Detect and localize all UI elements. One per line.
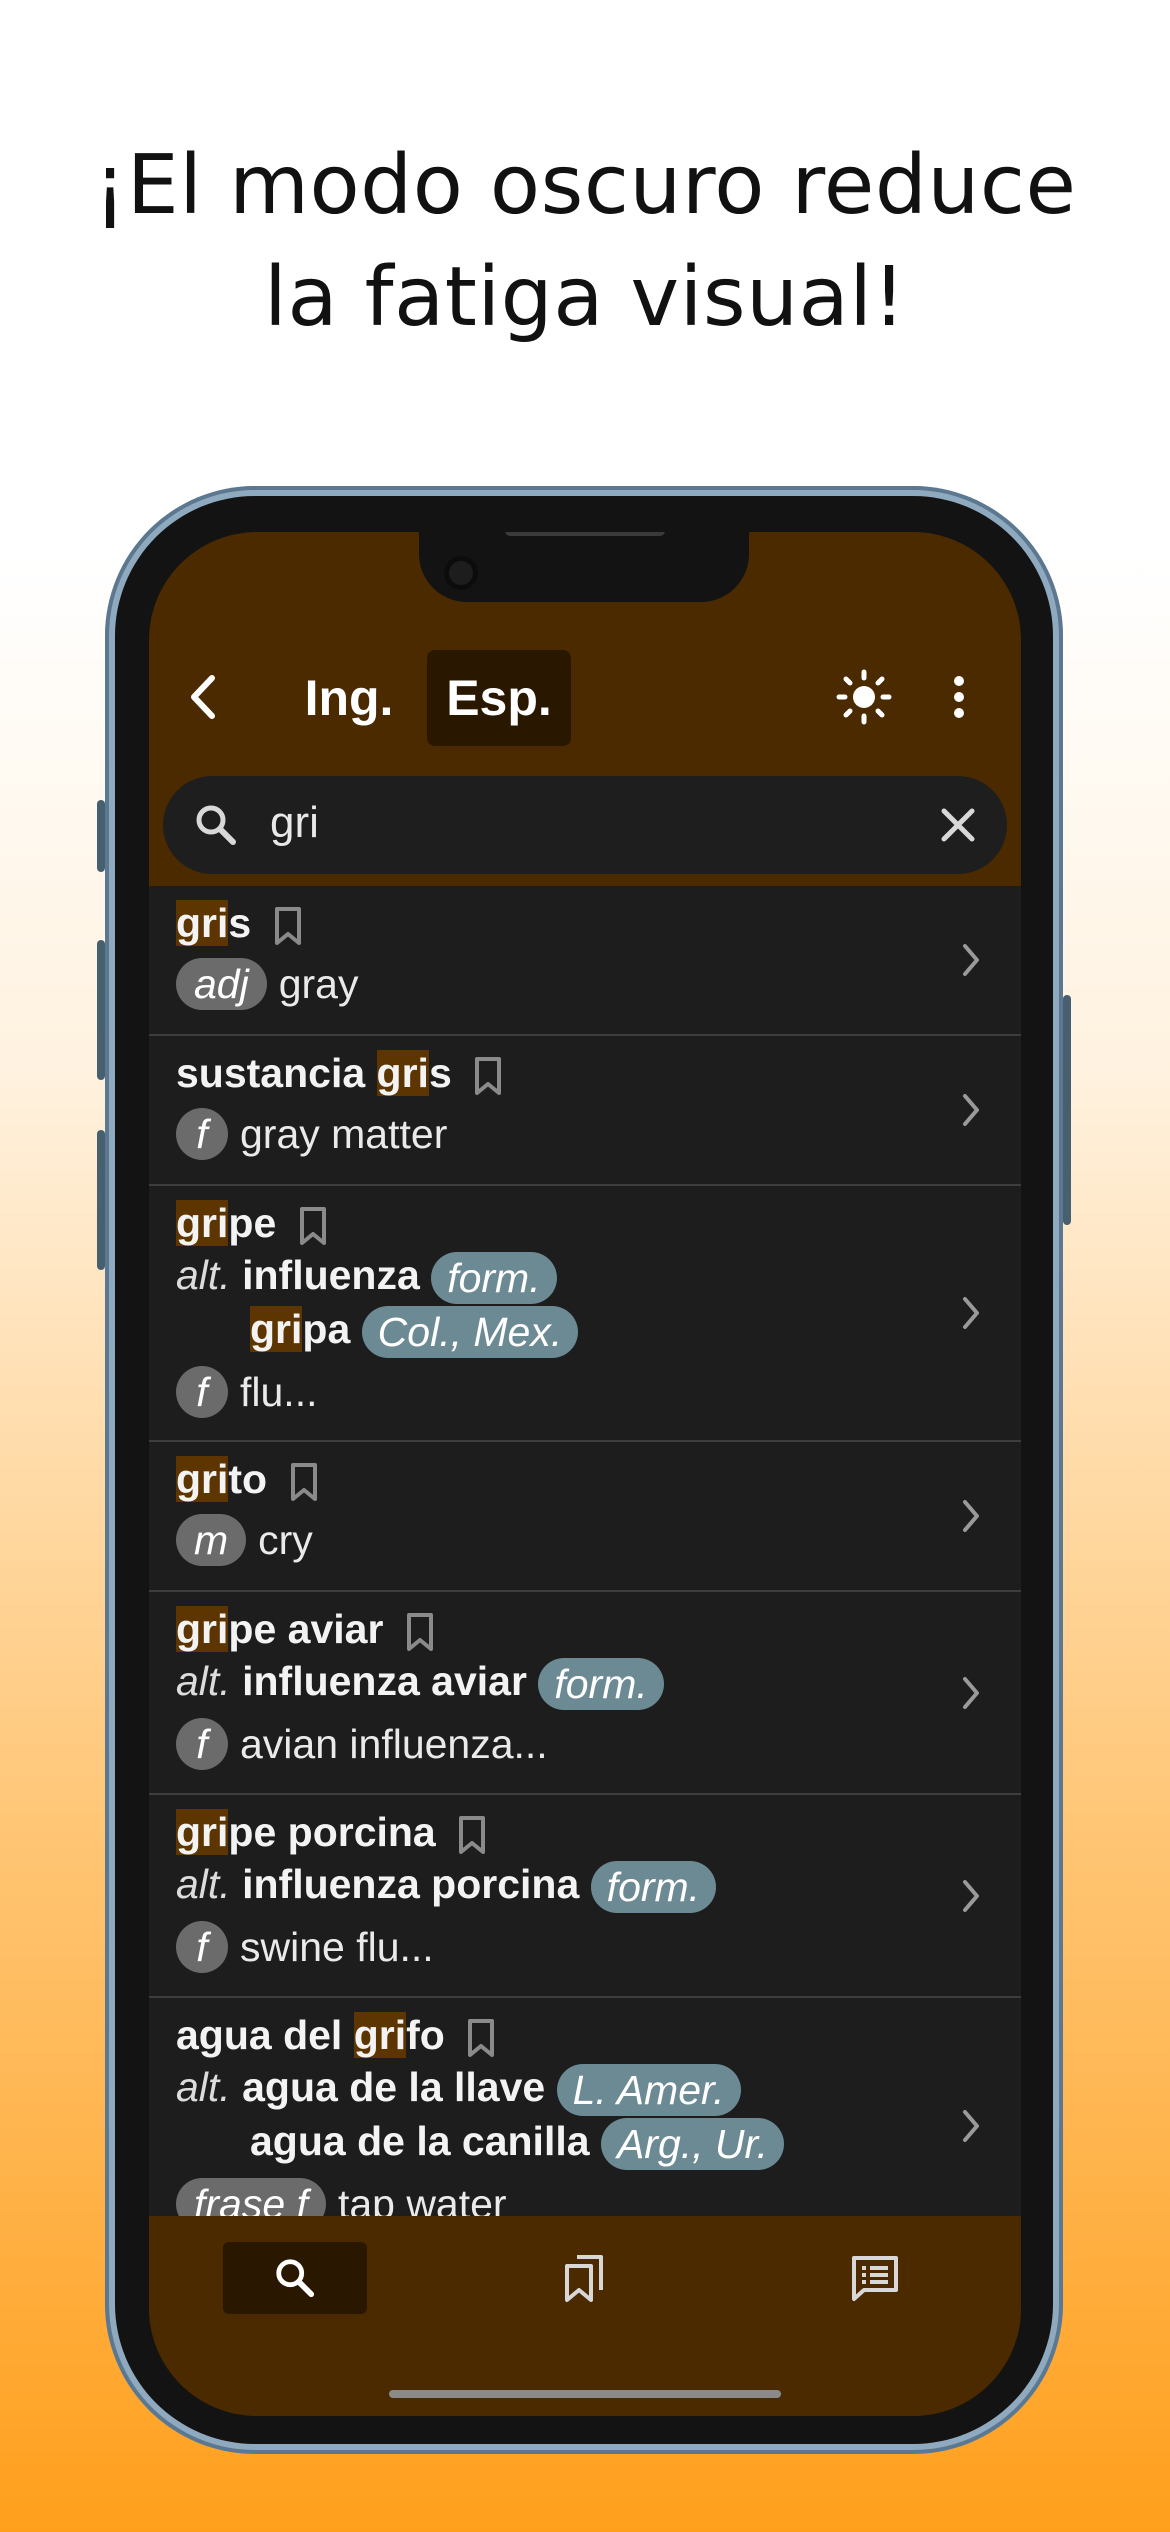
bottom-navigation bbox=[149, 2216, 1021, 2416]
bookmark-icon[interactable] bbox=[466, 2018, 496, 2058]
chevron-right-icon bbox=[963, 1500, 979, 1532]
gloss: cry bbox=[258, 1516, 313, 1563]
pos-badge: f bbox=[176, 1108, 228, 1161]
alt-label: alt. bbox=[176, 1658, 231, 1704]
gloss: tap water bbox=[337, 2180, 507, 2216]
chevron-right-icon bbox=[963, 1879, 979, 1912]
bookmark-icon[interactable] bbox=[289, 1462, 319, 1502]
alt-label: alt. bbox=[176, 1252, 231, 1298]
list-item[interactable]: agua del grifo alt. agua de la llave L. … bbox=[149, 1998, 1021, 2216]
region-tag: form. bbox=[431, 1252, 557, 1305]
search-bar[interactable]: gri bbox=[163, 776, 1007, 874]
headline-line-1: ¡El modo oscuro reduce bbox=[93, 138, 1077, 233]
more-vert-icon bbox=[954, 676, 964, 718]
headword: grito bbox=[176, 1456, 268, 1502]
list-item[interactable]: sustancia gris f gray matter bbox=[149, 1036, 1021, 1186]
alt-word: influenza porcina bbox=[242, 1861, 580, 1907]
gloss: flu... bbox=[240, 1368, 318, 1415]
nav-search[interactable] bbox=[223, 2242, 367, 2314]
chevron-right-icon bbox=[963, 1676, 979, 1709]
tab-english[interactable]: Ing. bbox=[289, 650, 409, 746]
chevron-right-icon bbox=[963, 944, 979, 976]
notes-icon bbox=[852, 2256, 898, 2301]
gloss: gray bbox=[278, 960, 359, 1007]
phone-side-button bbox=[97, 940, 105, 1080]
alt-label: alt. bbox=[176, 2064, 231, 2110]
gloss: swine flu... bbox=[240, 1923, 434, 1970]
alt-word: agua de la canilla bbox=[250, 2118, 590, 2164]
close-icon[interactable] bbox=[939, 806, 977, 844]
pos-badge: adj bbox=[176, 958, 267, 1011]
front-camera bbox=[444, 556, 478, 590]
phone-side-button bbox=[97, 800, 105, 872]
gloss: gray matter bbox=[240, 1110, 448, 1157]
search-input[interactable]: gri bbox=[270, 798, 319, 848]
alt-word: influenza aviar bbox=[242, 1658, 527, 1704]
pos-badge: frase f bbox=[176, 2178, 326, 2216]
bookmark-icon[interactable] bbox=[473, 1056, 503, 1096]
theme-toggle-button[interactable] bbox=[829, 662, 899, 732]
list-item[interactable]: gripe alt. influenza form. gripa Col., M… bbox=[149, 1186, 1021, 1442]
chevron-right-icon bbox=[963, 1297, 979, 1329]
app-screen: Ing. Esp. gri gris adj gray sustancia gr… bbox=[149, 532, 1021, 2416]
list-item[interactable]: gripe aviar alt. influenza aviar form. f… bbox=[149, 1592, 1021, 1795]
headword: gripe porcina bbox=[176, 1809, 436, 1855]
alt-label: alt. bbox=[176, 1861, 231, 1907]
phone-power-button bbox=[1063, 995, 1071, 1225]
region-tag: Arg., Ur. bbox=[600, 2118, 785, 2171]
headword: sustancia gris bbox=[176, 1050, 452, 1096]
nav-bookmarks[interactable] bbox=[513, 2242, 657, 2314]
alt-word: influenza bbox=[242, 1252, 420, 1298]
chevron-right-icon bbox=[963, 1094, 979, 1126]
bookmark-icon[interactable] bbox=[298, 1206, 328, 1246]
speaker bbox=[505, 532, 665, 536]
list-item[interactable]: gris adj gray bbox=[149, 886, 1021, 1036]
phone-side-button bbox=[97, 1130, 105, 1270]
results-list: gris adj gray sustancia gris f gray matter… bbox=[149, 886, 1021, 2216]
region-tag: form. bbox=[590, 1861, 717, 1914]
headword: gris bbox=[176, 900, 252, 946]
gloss: avian influenza... bbox=[240, 1720, 548, 1767]
headline-line-2: la fatiga visual! bbox=[264, 250, 906, 345]
headword: gripe aviar bbox=[176, 1606, 384, 1652]
list-item[interactable]: grito m cry bbox=[149, 1442, 1021, 1592]
search-icon bbox=[276, 2259, 315, 2298]
chevron-right-icon bbox=[963, 2110, 979, 2142]
bookmark-icon[interactable] bbox=[405, 1612, 435, 1652]
search-icon bbox=[196, 805, 236, 845]
chevron-left-icon bbox=[191, 675, 215, 719]
bookmark-icon[interactable] bbox=[457, 1815, 487, 1855]
back-button[interactable] bbox=[169, 662, 239, 732]
sun-icon bbox=[836, 669, 892, 725]
pos-badge: f bbox=[176, 1921, 228, 1974]
nav-notes[interactable] bbox=[803, 2242, 947, 2314]
region-tag: L. Amer. bbox=[556, 2064, 741, 2117]
bookmark-icon[interactable] bbox=[273, 906, 303, 946]
region-tag: Col., Mex. bbox=[361, 1306, 579, 1359]
bookmarks-icon bbox=[565, 2255, 603, 2302]
overflow-menu-button[interactable] bbox=[924, 662, 994, 732]
alt-word: agua de la llave bbox=[242, 2064, 546, 2110]
headword: gripe bbox=[176, 1200, 277, 1246]
home-indicator[interactable] bbox=[389, 2390, 781, 2398]
headline: ¡El modo oscuro reduce la fatiga visual! bbox=[0, 130, 1170, 354]
pos-badge: f bbox=[176, 1718, 228, 1771]
alt-word: gripa bbox=[250, 1306, 351, 1352]
tab-spanish[interactable]: Esp. bbox=[427, 650, 571, 746]
region-tag: form. bbox=[538, 1658, 664, 1711]
headword: agua del grifo bbox=[176, 2012, 445, 2058]
pos-badge: f bbox=[176, 1366, 228, 1419]
pos-badge: m bbox=[176, 1514, 247, 1567]
list-item[interactable]: gripe porcina alt. influenza porcina for… bbox=[149, 1795, 1021, 1998]
